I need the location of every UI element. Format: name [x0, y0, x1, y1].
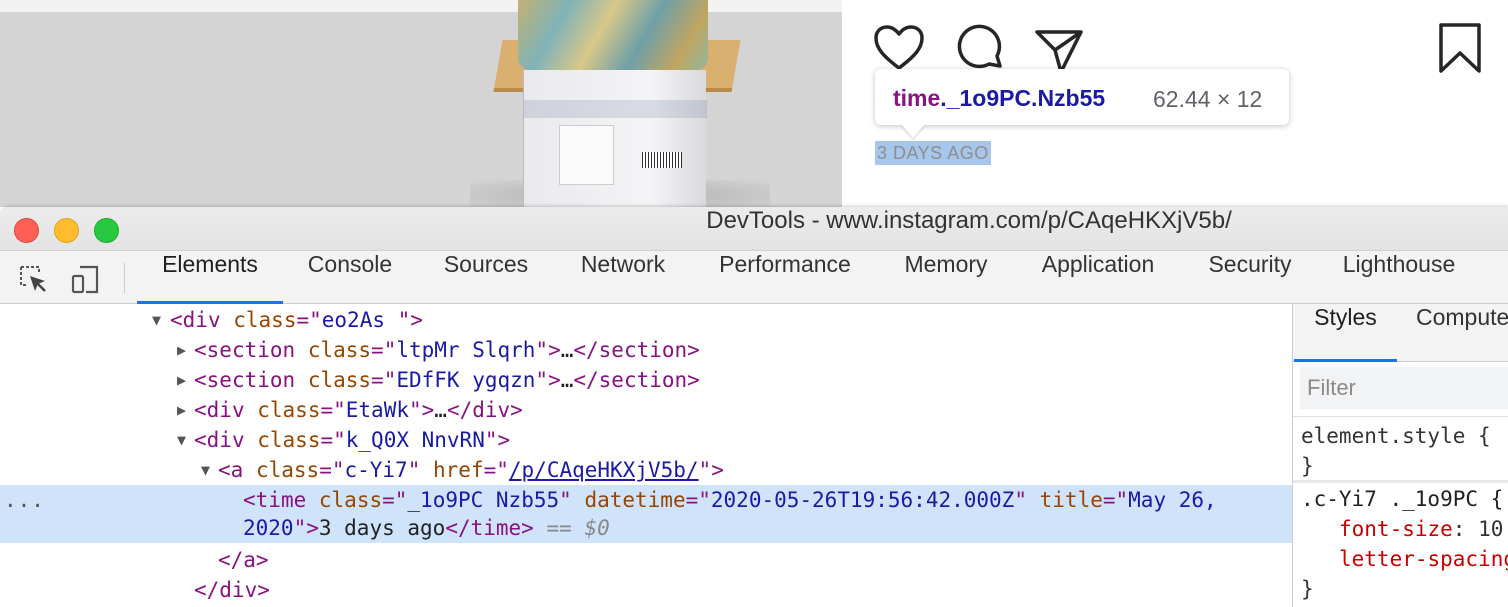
href-link[interactable]: /p/CAqeHKXjV5b/ [509, 458, 699, 482]
tooltip-tag: time [893, 85, 941, 111]
dom-node-a-c-Yi7[interactable]: ▼ <a class="c-Yi7" href="/p/CAqeHKXjV5b/… [0, 455, 1292, 485]
inspect-element-icon[interactable] [18, 264, 48, 294]
tab-sources[interactable]: Sources [428, 251, 544, 304]
element-style-close: } [1301, 454, 1314, 478]
tab-performance[interactable]: Performance [702, 251, 868, 304]
inspect-tooltip: time._1o9PC.Nzb55 62.44 × 12 [875, 69, 1289, 125]
bookmark-icon[interactable] [1435, 22, 1485, 74]
dom-node-div-close[interactable]: </div> [0, 575, 1292, 605]
post-time-link[interactable]: 3 DAYS AGO [875, 141, 991, 165]
dom-node-section-EDfFK[interactable]: ▶ <section class="EDfFK ygqzn">…</sectio… [0, 365, 1292, 395]
element-style-rule[interactable]: element.style { [1301, 421, 1491, 451]
dom-node-a-close[interactable]: </a> [0, 545, 1292, 575]
tab-lighthouse[interactable]: Lighthouse [1326, 251, 1472, 304]
comment-icon[interactable] [955, 24, 1005, 74]
collapse-triangle-icon[interactable]: ▼ [177, 433, 191, 448]
window-title: DevTools - www.instagram.com/p/CAqeHKXjV… [706, 207, 1232, 234]
like-heart-icon[interactable] [873, 24, 925, 72]
dom-node-div-EtaWk[interactable]: ▶ <div class="EtaWk">…</div> [0, 395, 1292, 425]
expand-triangle-icon[interactable]: ▶ [177, 373, 191, 388]
css-rule-close: } [1301, 577, 1314, 601]
collapse-triangle-icon[interactable]: ▼ [201, 463, 215, 478]
tab-console[interactable]: Console [290, 251, 410, 304]
elements-tree: ▼ <div class="eo2As "> ▶ <section class=… [0, 304, 1292, 607]
post-photo[interactable] [0, 0, 842, 207]
dom-node-time-continued[interactable]: 2020">3 days ago</time> == $0 [0, 515, 1292, 543]
expand-triangle-icon[interactable]: ▶ [177, 403, 191, 418]
photo-rock [518, 0, 708, 70]
photo-wall [0, 0, 842, 12]
tab-styles[interactable]: Styles [1294, 304, 1397, 362]
share-paper-plane-icon[interactable] [1033, 26, 1085, 74]
tab-security[interactable]: Security [1192, 251, 1308, 304]
dom-node-section-ltpMr[interactable]: ▶ <section class="ltpMr Slqrh">…</sectio… [0, 335, 1292, 365]
instagram-page: 3 DAYS AGO time._1o9PC.Nzb55 62.44 × 12 [0, 0, 1508, 207]
collapse-triangle-icon[interactable]: ▼ [152, 313, 166, 328]
dom-node-div-k_Q0X[interactable]: ▼ <div class="k_Q0X NnvRN"> [0, 425, 1292, 455]
more-options-dots[interactable]: ... [4, 485, 45, 515]
devtools-tab-bar: Elements Console Sources Network Perform… [0, 251, 1508, 304]
tab-memory[interactable]: Memory [888, 251, 1004, 304]
dom-node-time-selected[interactable]: ... <time class="_1o9PC Nzb55" datetime=… [0, 485, 1292, 515]
css-rule-selector[interactable]: .c-Yi7 ._1o9PC { [1301, 484, 1503, 514]
tooltip-classes: ._1o9PC.Nzb55 [940, 85, 1106, 111]
toolbar-divider [124, 263, 125, 293]
title-bar[interactable]: DevTools - www.instagram.com/p/CAqeHKXjV… [0, 207, 1508, 251]
expand-triangle-icon[interactable]: ▶ [177, 343, 191, 358]
tab-elements[interactable]: Elements [137, 251, 283, 304]
tab-network[interactable]: Network [564, 251, 682, 304]
tooltip-size: 62.44 × 12 [1153, 86, 1263, 112]
device-toolbar-icon[interactable] [70, 264, 100, 294]
dom-node-div-eo2As[interactable]: ▼ <div class="eo2As "> [0, 305, 1292, 335]
css-prop-letter-spacing[interactable]: letter-spacing [1339, 544, 1508, 574]
styles-sidebar: Styles Computed element.style { } .c-Yi7… [1292, 304, 1508, 607]
photo-box [523, 70, 707, 207]
css-prop-font-size[interactable]: font-size: 10 [1339, 514, 1503, 544]
tab-application[interactable]: Application [1024, 251, 1172, 304]
tab-computed[interactable]: Computed [1416, 304, 1508, 362]
sidebar-tabs: Styles Computed [1293, 304, 1508, 362]
styles-filter-input[interactable] [1300, 367, 1508, 409]
devtools-window: DevTools - www.instagram.com/p/CAqeHKXjV… [0, 207, 1508, 607]
tooltip-selector: time._1o9PC.Nzb55 [893, 85, 1105, 112]
